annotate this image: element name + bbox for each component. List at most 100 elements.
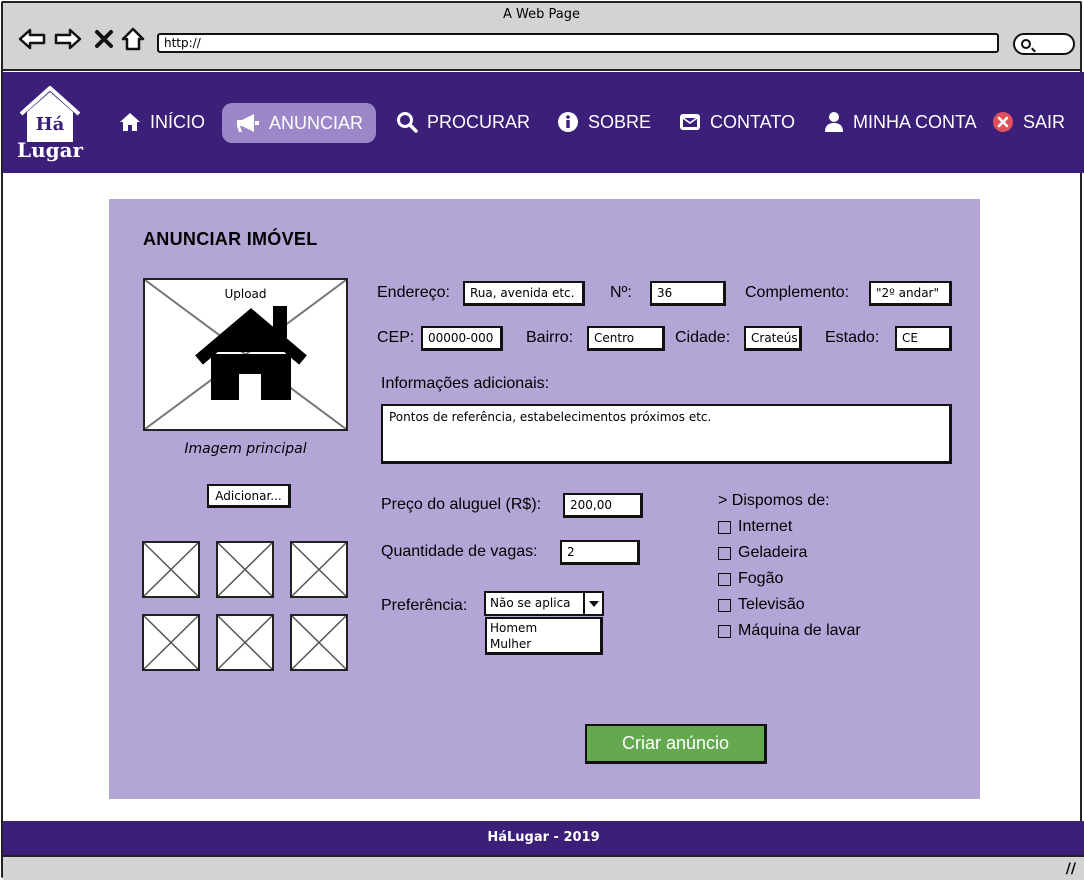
footer: HáLugar - 2019 [3,821,1084,855]
search-icon [397,112,418,133]
envelope-icon [680,114,700,130]
info-label: Informações adicionais: [381,375,550,392]
image-placeholder-icon [144,543,198,596]
checkbox[interactable] [718,624,731,638]
cidade-field[interactable]: Crateús [744,326,802,351]
amenity-geladeira[interactable]: Geladeira [718,544,807,562]
nav-item-sair[interactable]: SAIR [992,102,1065,142]
app-header: Há Lugar INÍCIO ANUNCIAR PROCURAR SOBRE … [3,72,1084,173]
home-icon[interactable] [118,25,148,53]
browser-search-button[interactable] [1013,33,1075,55]
thumbnail-slot[interactable] [290,614,348,671]
option-homem[interactable]: Homem [490,620,597,636]
resize-grip-icon[interactable]: // [1066,861,1076,877]
house-icon [195,306,307,400]
nav-label: SAIR [1023,111,1066,132]
browser-titlebar: A Web Page http:// [3,3,1080,71]
amenity-internet[interactable]: Internet [718,518,792,536]
ad-form-panel: ANUNCIAR IMÓVEL Upload Imagem principal … [109,199,980,799]
browser-status-bar: // [3,855,1084,880]
add-images-button[interactable]: Adicionar... [207,484,291,508]
image-placeholder-icon [218,616,272,669]
stop-icon[interactable] [89,25,119,53]
amenity-label: Internet [738,518,793,535]
window-title: A Web Page [503,7,580,22]
checkbox[interactable] [718,572,731,586]
image-placeholder-icon [144,616,198,669]
numero-field[interactable]: 36 [650,281,726,306]
main-image-upload[interactable]: Upload [143,278,348,431]
close-circle-icon [993,112,1013,132]
amenities-heading: > Dispomos de: [718,492,830,509]
megaphone-icon [237,114,259,132]
nav-label: CONTATO [710,111,795,132]
logo[interactable]: Há Lugar [17,84,83,164]
nav-label: INÍCIO [150,111,206,132]
image-placeholder-icon [292,543,346,596]
logo-text-ha: Há [35,114,65,135]
nav-item-inicio[interactable]: INÍCIO [119,102,205,142]
amenity-maquina-de-lavar[interactable]: Máquina de lavar [718,622,861,640]
nav-label: MINHA CONTA [853,111,977,132]
complemento-field[interactable]: "2º andar" [869,281,952,306]
preco-label: Preço do aluguel (R$): [381,496,542,513]
url-input[interactable]: http:// [157,33,999,53]
bairro-label: Bairro: [526,329,574,346]
home-icon [120,113,140,131]
preferencia-options: Homem Mulher [485,617,603,655]
upload-label: Upload [224,287,267,301]
nav-item-anunciar[interactable]: ANUNCIAR [222,103,376,143]
nav-item-minha-conta[interactable]: MINHA CONTA [824,102,977,142]
preferencia-selected: Não se aplica [490,596,571,610]
checkbox[interactable] [718,520,731,534]
image-placeholder-icon [218,543,272,596]
user-icon [825,112,843,132]
amenity-label: Fogão [738,570,784,587]
cep-label: CEP: [377,329,415,346]
checkbox[interactable] [718,598,731,612]
option-mulher[interactable]: Mulher [490,636,597,652]
image-placeholder-icon [292,616,346,669]
thumbnail-slot[interactable] [142,614,200,671]
nav-item-contato[interactable]: CONTATO [679,102,795,142]
nav-item-procurar[interactable]: PROCURAR [396,102,530,142]
nav-item-sobre[interactable]: SOBRE [557,102,651,142]
browser-window: A Web Page http:// Há Lugar INÍCIO ANUNC… [1,1,1084,880]
logo-text-lugar: Lugar [17,138,84,162]
amenity-label: Televisão [738,596,805,613]
amenity-label: Máquina de lavar [738,622,861,639]
page-title: ANUNCIAR IMÓVEL [143,229,318,249]
info-textarea[interactable]: Pontos de referência, estabelecimentos p… [381,404,952,464]
amenity-fogao[interactable]: Fogão [718,570,783,588]
cidade-label: Cidade: [675,329,731,346]
info-icon [558,112,578,132]
amenity-televisao[interactable]: Televisão [718,596,805,614]
numero-label: Nº: [610,284,632,301]
checkbox[interactable] [718,546,731,560]
complemento-label: Complemento: [745,284,850,301]
estado-label: Estado: [825,329,880,346]
back-icon[interactable] [17,25,47,53]
estado-field[interactable]: CE [895,326,952,351]
nav-label: PROCURAR [427,111,531,132]
nav-label: SOBRE [588,111,652,132]
preferencia-select[interactable]: Não se aplica [484,591,604,616]
endereco-field[interactable]: Rua, avenida etc. [463,281,585,306]
chevron-down-icon[interactable] [583,593,602,614]
preco-field[interactable]: 200,00 [563,493,643,518]
create-ad-button[interactable]: Criar anúncio [585,724,767,764]
endereco-label: Endereço: [377,284,450,301]
thumbnail-slot[interactable] [216,614,274,671]
thumbnail-slot[interactable] [142,541,200,598]
vagas-label: Quantidade de vagas: [381,543,538,560]
bairro-field[interactable]: Centro [587,326,665,351]
cep-field[interactable]: 00000-000 [421,326,503,351]
vagas-field[interactable]: 2 [560,540,640,565]
main-image-caption: Imagem principal [184,441,307,457]
forward-icon[interactable] [53,25,83,53]
thumbnail-slot[interactable] [290,541,348,598]
nav-label: ANUNCIAR [269,112,364,133]
amenity-label: Geladeira [738,544,808,561]
thumbnail-slot[interactable] [216,541,274,598]
search-icon [1021,39,1031,49]
